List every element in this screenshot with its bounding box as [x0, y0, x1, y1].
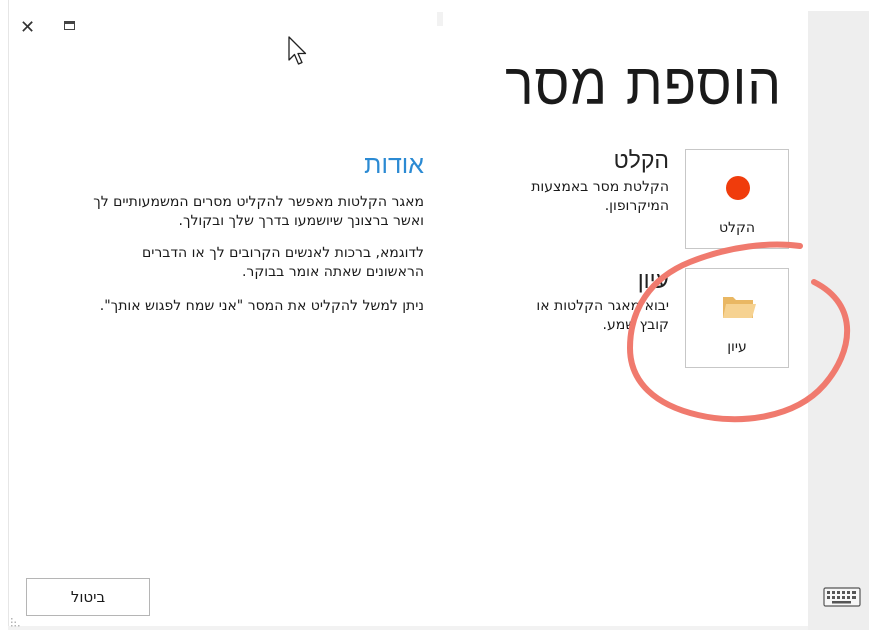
mouse-cursor-icon [288, 36, 307, 65]
record-option-title: הקלט [613, 148, 669, 174]
about-paragraph: ניתן למשל להקליט את המסר "אני שמח לפגוש … [99, 298, 424, 314]
about-paragraph: מאגר הקלטות מאפשר להקליט מסרים המשמעותיי… [93, 194, 424, 229]
cancel-button[interactable]: ביטול [26, 578, 150, 616]
window-bottom-border [8, 626, 808, 630]
record-option-description: הקלטת מסר באמצעות המיקרופון. [531, 179, 669, 214]
folder-icon [723, 297, 756, 318]
browse-option-title: עיון [637, 268, 669, 294]
keyboard-icon[interactable] [823, 587, 861, 607]
resize-grip-icon[interactable] [10, 617, 20, 627]
window-left-border [0, 0, 9, 630]
browse-button-label: עיון [727, 339, 747, 355]
record-button-label: הקלט [718, 220, 756, 236]
about-paragraph: לדוגמא, ברכות לאנשים הקרובים לך או הדברי… [141, 245, 424, 280]
record-dot-icon [726, 176, 750, 200]
browse-option-description: יבוא מאגר הקלטות או קובץ שמע. [536, 298, 669, 333]
record-button[interactable]: הקלט [685, 149, 789, 249]
close-icon[interactable]: ✕ [20, 19, 35, 37]
page-title: הוספת מסר [505, 50, 782, 118]
title-bar-marker [437, 12, 443, 26]
about-heading: אודות [364, 150, 424, 179]
browse-button[interactable]: עיון [685, 268, 789, 368]
restore-window-icon[interactable] [64, 21, 75, 30]
side-panel [808, 11, 869, 630]
